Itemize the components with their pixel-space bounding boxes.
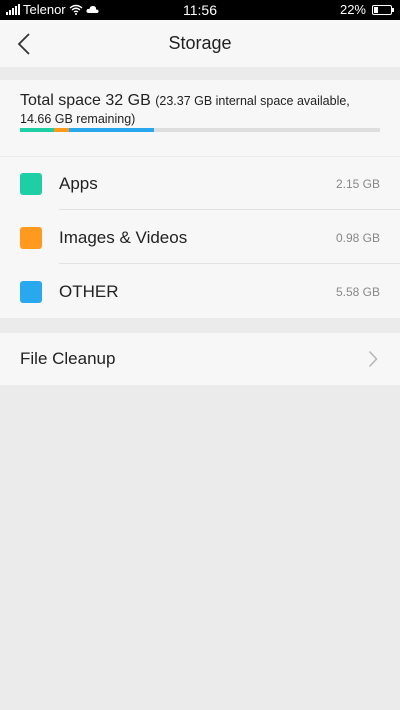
category-size: 0.98 GB [335, 231, 380, 245]
row-divider [59, 209, 400, 210]
file-cleanup-label: File Cleanup [20, 349, 116, 368]
page-title: Storage [168, 33, 232, 53]
category-name: Apps [59, 174, 98, 193]
app-header: Storage [0, 20, 400, 67]
total-space-text: Total space 32 GB (23.37 GB internal spa… [20, 92, 382, 128]
usage-segment-apps [20, 128, 54, 132]
file-cleanup-row[interactable]: File Cleanup [0, 333, 400, 385]
total-space-label: Total space 32 GB [20, 92, 151, 109]
category-name: Images & Videos [59, 228, 188, 247]
storage-category-row[interactable]: OTHER 5.58 GB [0, 265, 400, 318]
total-space-panel: Total space 32 GB (23.37 GB internal spa… [0, 80, 400, 156]
row-divider [59, 263, 400, 264]
category-color-swatch [20, 227, 42, 249]
status-bar: Telenor 11:56 22% [0, 0, 400, 20]
category-name: OTHER [59, 282, 119, 301]
battery-percent: 22% [339, 2, 366, 17]
category-color-swatch [20, 173, 42, 195]
storage-category-row[interactable]: Images & Videos 0.98 GB [0, 211, 400, 264]
chevron-right-icon [368, 350, 378, 368]
storage-category-list: Apps 2.15 GB Images & Videos 0.98 GB OTHER 5.… [0, 157, 400, 318]
battery-icon [372, 4, 394, 15]
usage-segment-images-videos [53, 128, 69, 132]
storage-usage-bar [20, 128, 380, 132]
storage-category-row[interactable]: Apps 2.15 GB [0, 157, 400, 210]
status-right: 22% [339, 2, 394, 17]
category-size: 2.15 GB [335, 177, 380, 191]
category-size: 5.58 GB [335, 285, 380, 299]
usage-segment-other [68, 128, 155, 132]
battery-level [374, 6, 378, 13]
category-color-swatch [20, 281, 42, 303]
